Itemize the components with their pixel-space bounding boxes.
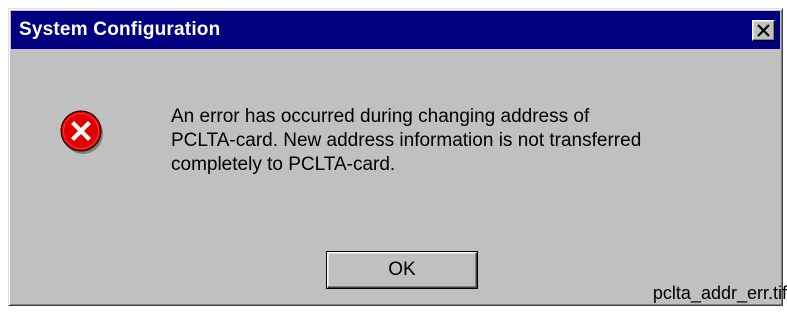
ok-button-label: OK bbox=[388, 259, 416, 280]
title-bar[interactable]: System Configuration bbox=[11, 11, 780, 49]
error-message: An error has occurred during changing ad… bbox=[171, 105, 731, 177]
message-line: completely to PCLTA-card. bbox=[171, 154, 396, 175]
close-icon bbox=[757, 24, 770, 37]
ok-button[interactable]: OK bbox=[326, 251, 478, 289]
error-dialog: System Configuration An error has occurr… bbox=[8, 8, 783, 306]
message-line: PCLTA-card. New address information is n… bbox=[171, 130, 642, 151]
message-line: An error has occurred during changing ad… bbox=[171, 106, 590, 127]
window-title: System Configuration bbox=[19, 19, 221, 40]
figure-filename: pclta_addr_err.tif bbox=[652, 283, 787, 303]
error-icon bbox=[60, 110, 103, 154]
close-button[interactable] bbox=[752, 20, 775, 41]
